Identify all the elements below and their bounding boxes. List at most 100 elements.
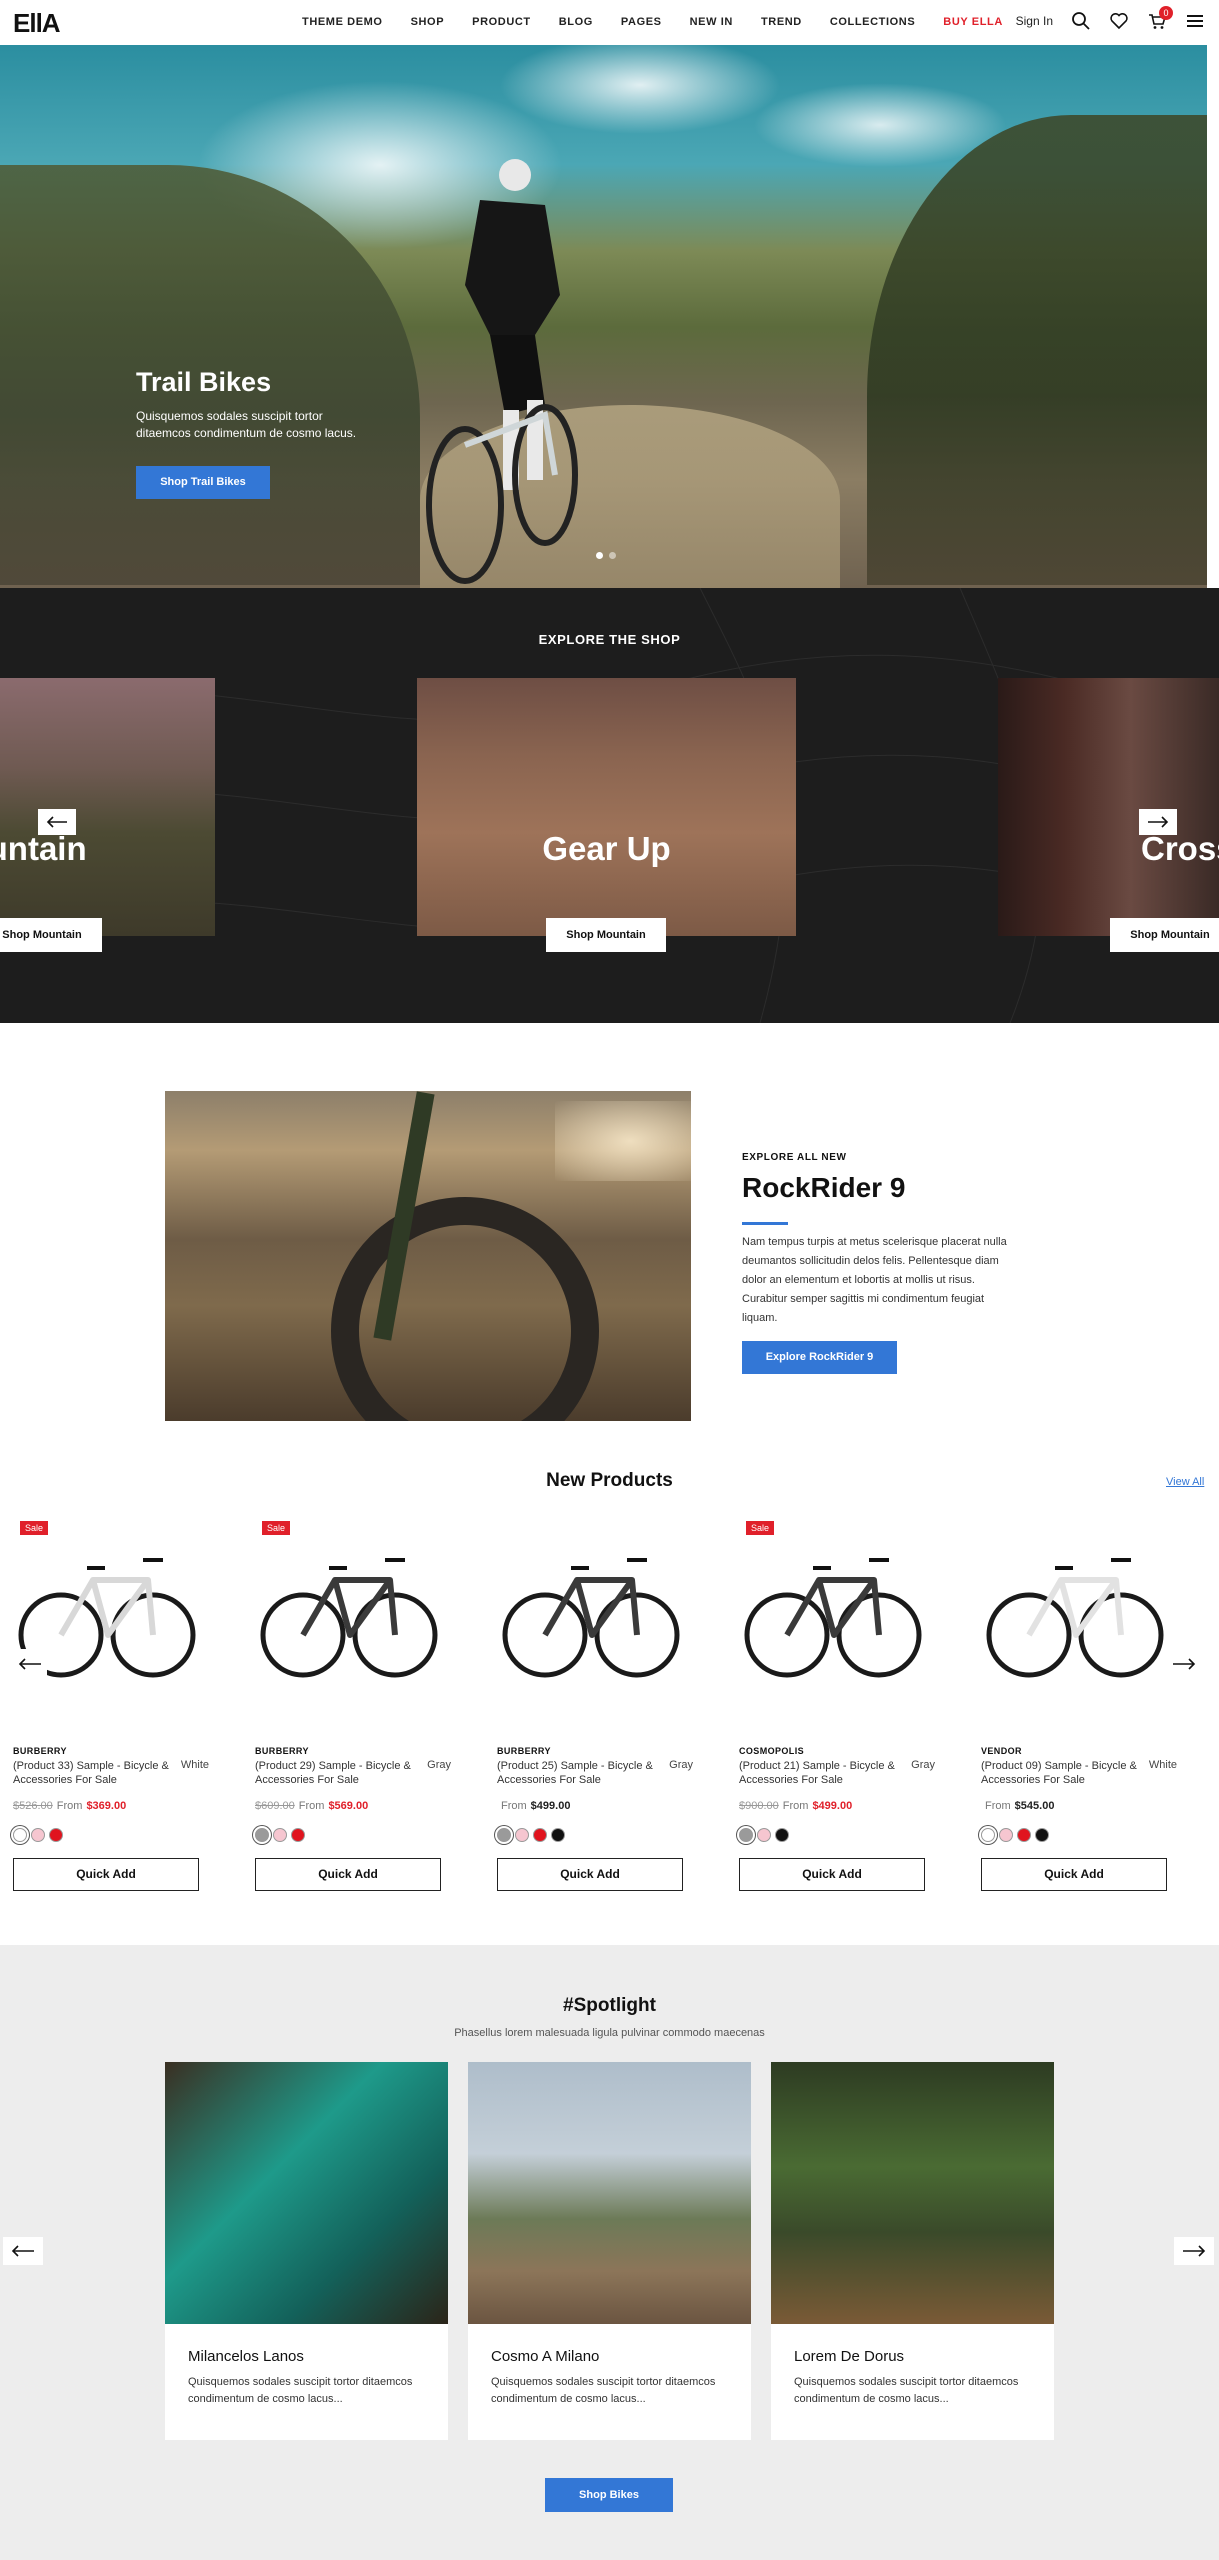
product-card[interactable]: Sale BURBERRY (Product 29) Sample - Bicycl… xyxy=(255,1510,451,1891)
product-name[interactable]: (Product 09) Sample - Bicycle & Accessor… xyxy=(981,1759,1141,1787)
spotlight-card[interactable]: Cosmo A Milano Quisquemos sodales suscip… xyxy=(468,2062,751,2440)
explore-card-cross[interactable]: Cross xyxy=(998,678,1219,936)
color-swatch[interactable] xyxy=(999,1828,1013,1842)
explore-prev-arrow[interactable] xyxy=(38,809,76,835)
color-swatch[interactable] xyxy=(739,1828,753,1842)
sale-badge: Sale xyxy=(262,1521,291,1535)
nav-blog[interactable]: BLOG xyxy=(559,16,593,28)
quick-add-button[interactable]: Quick Add xyxy=(255,1858,441,1891)
product-image[interactable]: Sale xyxy=(13,1510,199,1730)
hero-subtitle: Quisquemos sodales suscipit tortor ditae… xyxy=(136,409,357,440)
site-header: EllA THEME DEMO SHOP PRODUCT BLOG PAGES … xyxy=(0,0,1219,45)
color-swatch[interactable] xyxy=(515,1828,529,1842)
spotlight-image-forest xyxy=(771,2062,1054,2324)
color-swatch[interactable] xyxy=(533,1828,547,1842)
slider-dot-1[interactable] xyxy=(596,552,603,559)
bike-tire-illustration xyxy=(331,1091,599,1421)
nav-theme-demo[interactable]: THEME DEMO xyxy=(302,16,383,28)
product-card[interactable]: VENDOR (Product 09) Sample - Bicycle & Ac… xyxy=(981,1510,1177,1891)
nav-pages[interactable]: PAGES xyxy=(621,16,662,28)
price-from-label: From xyxy=(56,1800,83,1812)
color-swatch[interactable] xyxy=(1035,1828,1049,1842)
color-swatches xyxy=(739,1828,789,1842)
products-next-arrow[interactable] xyxy=(1167,1649,1201,1679)
product-vendor: BURBERRY xyxy=(255,1746,309,1756)
feature-description: Nam tempus turpis at metus scelerisque p… xyxy=(742,1236,1007,1324)
nav-shop[interactable]: SHOP xyxy=(411,16,445,28)
spotlight-title: #Spotlight xyxy=(563,1995,656,2016)
color-swatches xyxy=(13,1828,63,1842)
nav-product[interactable]: PRODUCT xyxy=(472,16,531,28)
color-swatch[interactable] xyxy=(1017,1828,1031,1842)
wishlist-heart-icon[interactable] xyxy=(1109,11,1129,31)
shop-mountain-button[interactable]: Shop Mountain xyxy=(0,918,102,952)
arrow-left-icon xyxy=(46,816,67,828)
color-swatch[interactable] xyxy=(273,1828,287,1842)
product-vendor: VENDOR xyxy=(981,1746,1022,1756)
shop-trail-bikes-button[interactable]: Shop Trail Bikes xyxy=(136,466,270,499)
color-swatch[interactable] xyxy=(291,1828,305,1842)
quick-add-button[interactable]: Quick Add xyxy=(981,1858,1167,1891)
mountain-card-image xyxy=(0,678,215,936)
product-price: $526.00 From $369.00 xyxy=(13,1800,126,1812)
product-name[interactable]: (Product 25) Sample - Bicycle & Accessor… xyxy=(497,1759,657,1787)
nav-collections[interactable]: COLLECTIONS xyxy=(830,16,915,28)
product-name[interactable]: (Product 33) Sample - Bicycle & Accessor… xyxy=(13,1759,173,1787)
product-image[interactable] xyxy=(497,1510,683,1730)
product-name[interactable]: (Product 29) Sample - Bicycle & Accessor… xyxy=(255,1759,415,1787)
current-price: $369.00 xyxy=(86,1800,127,1812)
color-swatch[interactable] xyxy=(255,1828,269,1842)
explore-card-mountain[interactable]: Mountain xyxy=(0,678,215,936)
logo[interactable]: EllA xyxy=(13,8,61,39)
explore-rockrider-button[interactable]: Explore RockRider 9 xyxy=(742,1341,897,1374)
explore-shop-section: EXPLORE THE SHOP Mountain Shop Mountain … xyxy=(0,588,1219,1023)
product-card[interactable]: Sale BURBERRY (Product 33) Sample - Bicycl… xyxy=(13,1510,209,1891)
color-swatch[interactable] xyxy=(49,1828,63,1842)
color-swatch[interactable] xyxy=(497,1828,511,1842)
quick-add-button[interactable]: Quick Add xyxy=(497,1858,683,1891)
spotlight-card-name: Lorem De Dorus xyxy=(794,2348,905,2365)
hero-image-hill-right xyxy=(867,115,1207,585)
menu-hamburger-icon[interactable] xyxy=(1185,11,1205,31)
view-all-link[interactable]: View All xyxy=(1166,1476,1204,1488)
product-image[interactable] xyxy=(981,1510,1167,1730)
nav-trend[interactable]: TREND xyxy=(761,16,802,28)
arrow-left-icon xyxy=(18,1658,41,1670)
product-card[interactable]: Sale COSMOPOLIS (Product 21) Sample - Bicy… xyxy=(739,1510,935,1891)
old-price: $526.00 xyxy=(13,1800,53,1812)
nav-buy-ella[interactable]: BUY ELLA xyxy=(943,16,1003,28)
shop-mountain-button[interactable]: Shop Mountain xyxy=(546,918,666,952)
product-card[interactable]: BURBERRY (Product 25) Sample - Bicycle & … xyxy=(497,1510,693,1891)
hero-banner: Trail Bikes Quisquemos sodales suscipit … xyxy=(0,45,1207,588)
search-icon[interactable] xyxy=(1071,11,1091,31)
explore-title: EXPLORE THE SHOP xyxy=(538,632,681,647)
product-image[interactable]: Sale xyxy=(739,1510,925,1730)
color-swatch[interactable] xyxy=(31,1828,45,1842)
color-swatch[interactable] xyxy=(551,1828,565,1842)
bicycle-illustration xyxy=(18,1558,196,1678)
product-image[interactable]: Sale xyxy=(255,1510,441,1730)
color-swatch[interactable] xyxy=(757,1828,771,1842)
explore-card-gear-up[interactable]: Gear Up xyxy=(417,678,796,936)
spotlight-next-arrow[interactable] xyxy=(1174,2237,1214,2265)
spotlight-card[interactable]: Lorem De Dorus Quisquemos sodales suscip… xyxy=(771,2062,1054,2440)
explore-next-arrow[interactable] xyxy=(1139,809,1177,835)
cart-icon[interactable]: 0 xyxy=(1147,6,1173,31)
quick-add-button[interactable]: Quick Add xyxy=(739,1858,925,1891)
color-swatch[interactable] xyxy=(775,1828,789,1842)
color-swatch[interactable] xyxy=(981,1828,995,1842)
slider-dot-2[interactable] xyxy=(609,552,616,559)
nav-new-in[interactable]: NEW IN xyxy=(690,16,733,28)
spotlight-card-name: Milancelos Lanos xyxy=(188,2348,304,2365)
price-from-label: From xyxy=(985,1800,1011,1812)
explore-card-label: Mountain xyxy=(0,830,87,867)
spotlight-card[interactable]: Milancelos Lanos Quisquemos sodales susc… xyxy=(165,2062,448,2440)
quick-add-button[interactable]: Quick Add xyxy=(13,1858,199,1891)
products-prev-arrow[interactable] xyxy=(13,1649,47,1679)
spotlight-prev-arrow[interactable] xyxy=(3,2237,43,2265)
shop-bikes-button[interactable]: Shop Bikes xyxy=(545,2478,673,2512)
sign-in-link[interactable]: Sign In xyxy=(1016,14,1053,28)
shop-mountain-button[interactable]: Shop Mountain xyxy=(1110,918,1219,952)
product-name[interactable]: (Product 21) Sample - Bicycle & Accessor… xyxy=(739,1759,899,1787)
color-swatch[interactable] xyxy=(13,1828,27,1842)
